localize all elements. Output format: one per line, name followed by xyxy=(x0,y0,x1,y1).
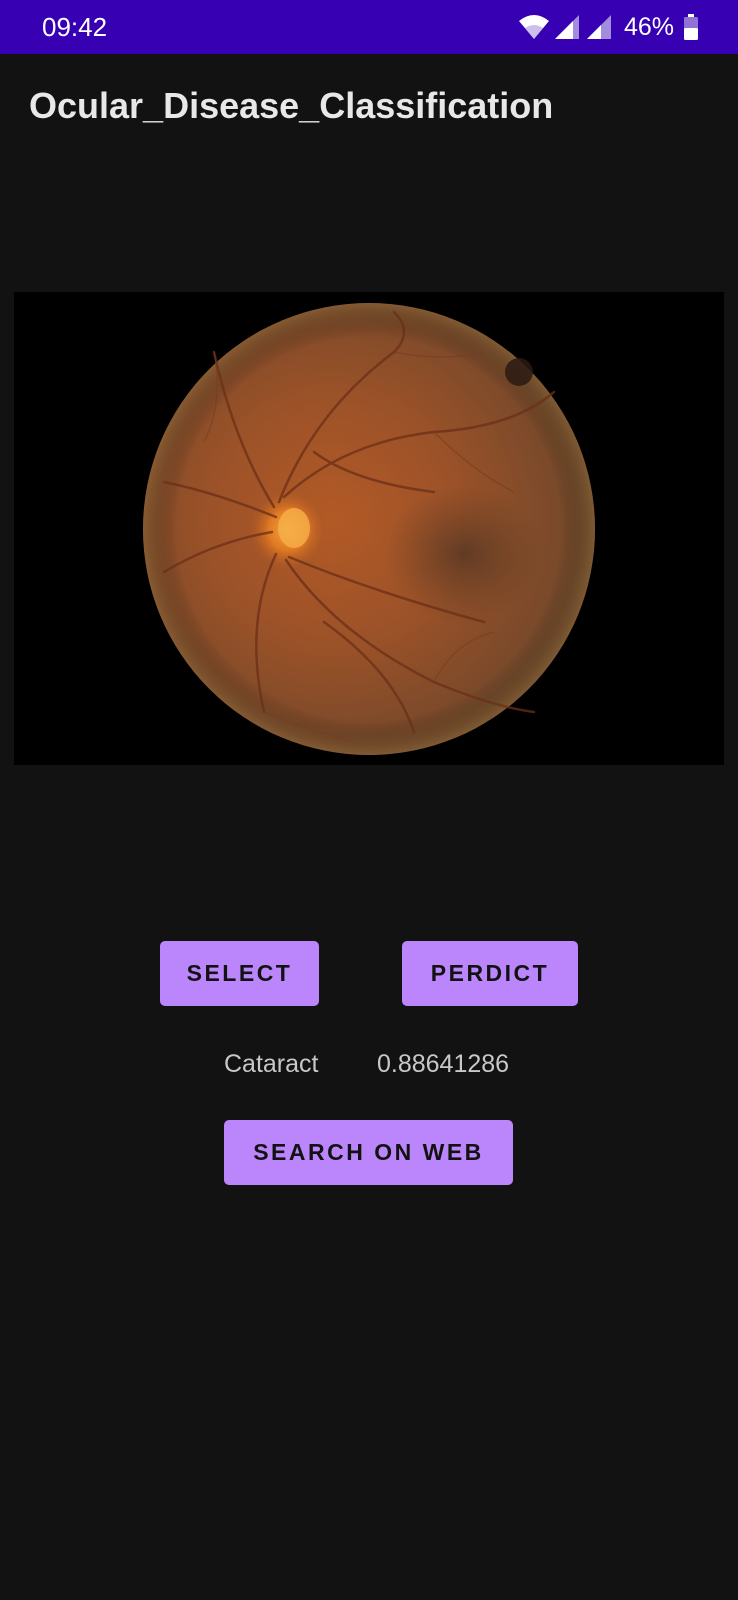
result-score: 0.88641286 xyxy=(377,1050,510,1078)
status-bar: 09:42 46% xyxy=(0,0,738,54)
signal-icon xyxy=(554,14,580,40)
result-label: Cataract xyxy=(224,1050,319,1078)
signal-icon xyxy=(586,14,612,40)
select-button[interactable]: SELECT xyxy=(160,941,319,1006)
wifi-icon xyxy=(518,14,550,40)
search-on-web-button[interactable]: SEARCH ON WEB xyxy=(224,1120,513,1185)
status-icons: 46% xyxy=(518,12,698,42)
status-time: 09:42 xyxy=(42,12,108,42)
battery-percent: 46% xyxy=(623,13,674,41)
app-screen: 09:42 46% Ocular_Disease_Classification … xyxy=(0,0,738,1600)
fundus-image xyxy=(14,292,724,765)
predict-button[interactable]: PERDICT xyxy=(402,941,578,1006)
page-title: Ocular_Disease_Classification xyxy=(29,85,554,126)
battery-icon xyxy=(684,14,698,40)
